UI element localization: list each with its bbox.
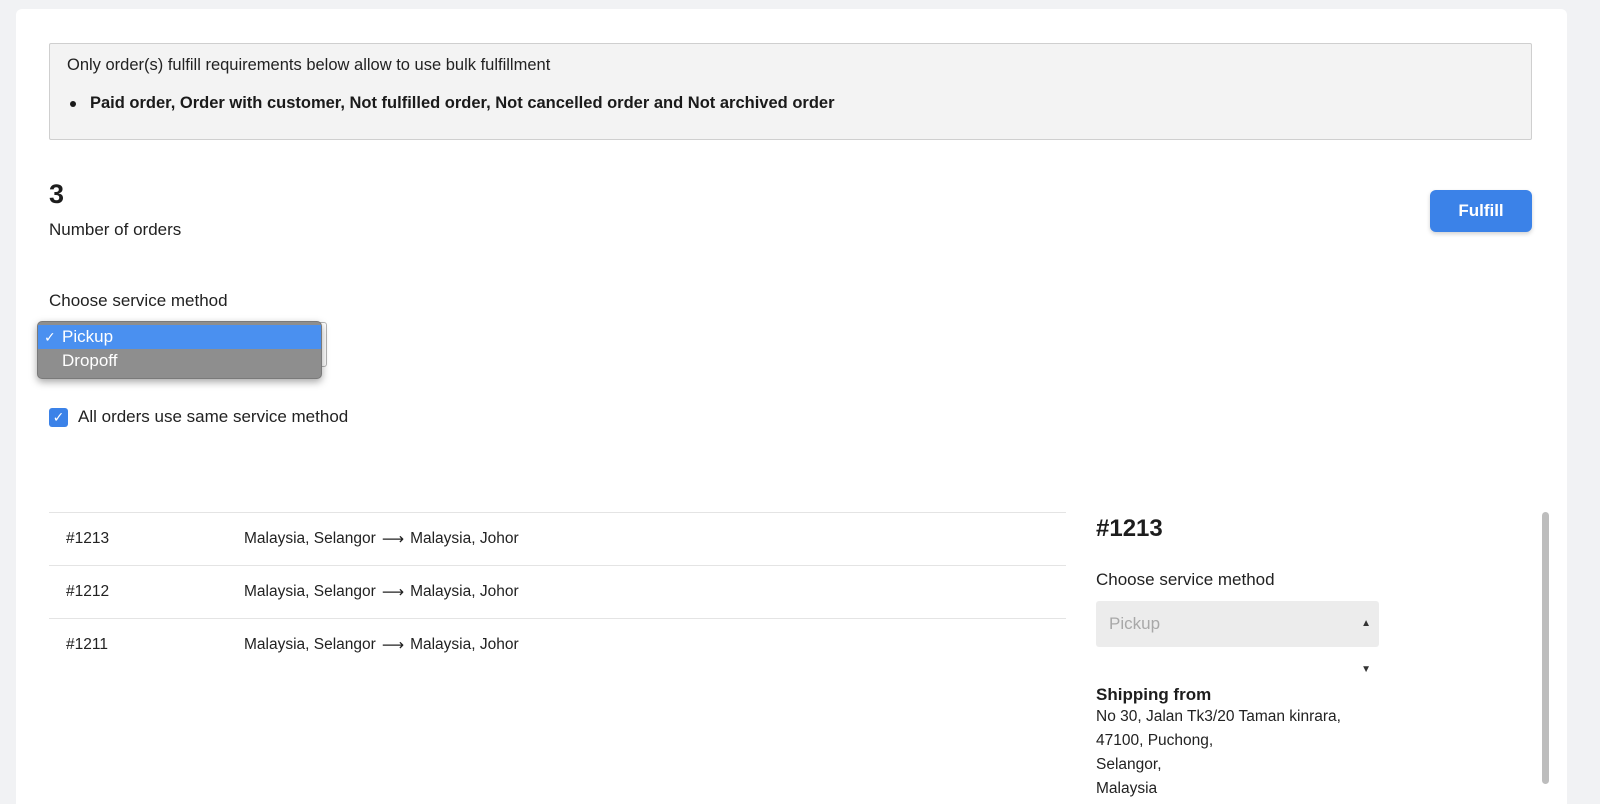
table-row[interactable]: #1212 Malaysia, Selangor ⟶ Malaysia, Joh… (49, 565, 1066, 618)
table-row[interactable]: #1211 Malaysia, Selangor ⟶ Malaysia, Joh… (49, 618, 1066, 671)
arrow-right-icon: ⟶ (381, 636, 405, 654)
route-from: Malaysia, Selangor (244, 583, 376, 600)
main-card: Only order(s) fulfill requirements below… (16, 9, 1567, 804)
address-line: Malaysia (1096, 780, 1158, 797)
route-to: Malaysia, Johor (410, 636, 519, 653)
service-method-label: Choose service method (49, 291, 228, 310)
route-from: Malaysia, Selangor (244, 636, 376, 653)
notice-text: Only order(s) fulfill requirements below… (67, 56, 551, 74)
order-count: 3 (49, 179, 65, 209)
same-method-checkbox[interactable]: ✓ (49, 407, 68, 427)
dropdown-option-dropoff[interactable]: Dropoff (38, 349, 321, 373)
arrow-right-icon: ⟶ (381, 530, 405, 548)
requirements-bullet: Paid order, Order with customer, Not ful… (67, 94, 835, 113)
bullet-dot-icon (70, 100, 76, 107)
option-label: Dropoff (62, 351, 118, 370)
dropdown-option-pickup[interactable]: ✓ Pickup (38, 325, 321, 349)
same-method-label: All orders use same service method (78, 407, 349, 426)
check-icon: ✓ (44, 329, 56, 345)
order-id: #1213 (66, 530, 110, 547)
route-from: Malaysia, Selangor (244, 530, 376, 547)
service-method-dropdown: ✓ Pickup Dropoff (37, 321, 322, 379)
fulfill-button[interactable]: Fulfill (1430, 190, 1532, 232)
select-arrows-icon: ▲▼ (1361, 618, 1371, 675)
route-to: Malaysia, Johor (410, 583, 519, 600)
checkmark-icon: ✓ (52, 408, 65, 425)
route-to: Malaysia, Johor (410, 530, 519, 547)
detail-method-value: Pickup (1109, 614, 1161, 633)
order-route: Malaysia, Selangor ⟶ Malaysia, Johor (244, 636, 519, 655)
address-line: No 30, Jalan Tk3/20 Taman kinrara, (1096, 708, 1341, 725)
address-line: Selangor, (1096, 756, 1162, 773)
requirements-text: Paid order, Order with customer, Not ful… (90, 94, 835, 112)
same-method-toggle[interactable]: ✓ All orders use same service method (49, 407, 348, 427)
order-count-label: Number of orders (49, 220, 182, 239)
option-label: Pickup (62, 327, 114, 346)
arrow-right-icon: ⟶ (381, 583, 405, 601)
fulfillment-notice: Only order(s) fulfill requirements below… (49, 43, 1532, 140)
table-row[interactable]: #1213 Malaysia, Selangor ⟶ Malaysia, Joh… (49, 512, 1066, 565)
order-detail-panel: #1213 Choose service method Pickup ▲ ▼ Sh… (1096, 515, 1379, 801)
detail-title: #1213 (1096, 515, 1163, 542)
address-line: 47100, Puchong, (1096, 732, 1214, 749)
order-id: #1211 (66, 636, 108, 653)
order-route: Malaysia, Selangor ⟶ Malaysia, Johor (244, 530, 519, 549)
orders-table: #1213 Malaysia, Selangor ⟶ Malaysia, Joh… (49, 512, 1066, 671)
order-id: #1212 (66, 583, 110, 600)
detail-method-label: Choose service method (1096, 570, 1275, 589)
shipping-from-title: Shipping from (1096, 685, 1212, 704)
detail-method-select[interactable]: Pickup ▲ ▼ (1096, 601, 1379, 675)
detail-scrollbar[interactable] (1542, 512, 1549, 784)
order-route: Malaysia, Selangor ⟶ Malaysia, Johor (244, 583, 519, 602)
